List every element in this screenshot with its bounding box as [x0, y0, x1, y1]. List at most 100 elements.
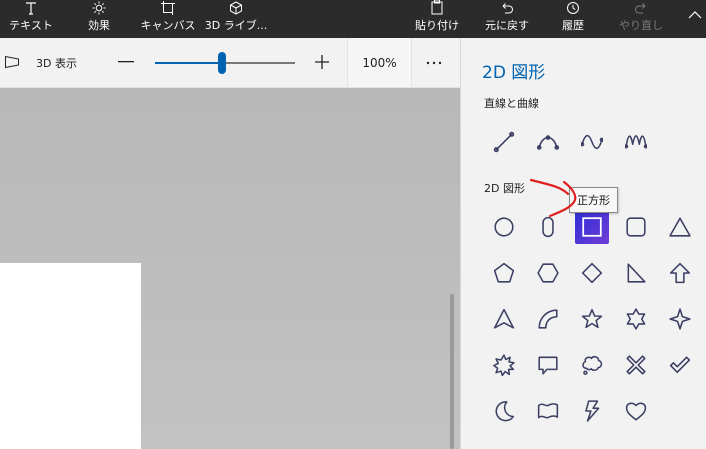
effects-button[interactable]: 効果: [84, 0, 114, 38]
shape-tool-wave-curve-button[interactable]: [575, 125, 609, 159]
speech-bubble-icon: [538, 356, 558, 375]
shape-tool-banner-button[interactable]: [531, 394, 565, 428]
more-options-button[interactable]: [414, 38, 454, 87]
shape-tool-lightning-button[interactable]: [575, 394, 609, 428]
view-toolbar: 3D 表示 100%: [0, 38, 460, 88]
zoom-slider[interactable]: [155, 52, 295, 74]
wave-curve-icon: [581, 134, 603, 150]
shape-tool-circle-button[interactable]: [487, 210, 521, 244]
line-icon: [493, 131, 515, 153]
shape-tool-pentagon-button[interactable]: [487, 256, 521, 290]
shape-tool-diamond-button[interactable]: [575, 256, 609, 290]
shape-tool-heart-button[interactable]: [619, 394, 653, 428]
pentagon-icon: [493, 262, 515, 283]
shape-tool-crescent-button[interactable]: [487, 394, 521, 428]
shape-tool-thought-bubble-button[interactable]: [575, 348, 609, 382]
star4-icon: [669, 308, 691, 330]
text-button-label: テキスト: [9, 19, 53, 32]
lines-section-title: 直線と曲線: [484, 97, 539, 110]
collapse-ribbon-button[interactable]: [686, 0, 704, 38]
shape-tool-square-button[interactable]: [575, 210, 609, 244]
burst-icon: [493, 354, 515, 376]
redo-icon: [634, 0, 648, 15]
star6-icon: [626, 308, 646, 330]
minus-icon: [118, 61, 134, 63]
workspace[interactable]: [0, 88, 460, 449]
undo-icon: [500, 0, 514, 15]
history-button-label: 履歴: [562, 19, 584, 32]
view-3d-label: 3D 表示: [36, 57, 77, 70]
clipboard-icon: [430, 0, 444, 15]
zigzag-curve-icon: [625, 135, 647, 149]
plus-icon: [315, 55, 329, 69]
shape-tool-star6-button[interactable]: [619, 302, 653, 336]
shape-tool-x-mark-button[interactable]: [619, 348, 653, 382]
paste-button-label: 貼り付け: [415, 19, 459, 32]
banner-icon: [537, 403, 559, 419]
cube-icon: [229, 0, 243, 15]
3d-library-button[interactable]: 3D ライブ...: [205, 0, 267, 38]
ellipsis-icon: [426, 61, 442, 64]
shape-tool-hexagon-button[interactable]: [531, 256, 565, 290]
shape-tool-pill-button[interactable]: [531, 210, 565, 244]
triangle-icon: [669, 217, 691, 237]
star5-icon: [581, 308, 603, 329]
arrow-up-icon: [669, 262, 691, 284]
shape-tool-speech-bubble-button[interactable]: [531, 348, 565, 382]
shapes-section-title: 2D 図形: [484, 182, 525, 195]
undo-button-label: 元に戻す: [485, 19, 529, 32]
rounded-square-icon: [626, 217, 646, 237]
pill-icon: [542, 216, 554, 238]
shape-tool-checkmark-button[interactable]: [663, 348, 697, 382]
redo-button[interactable]: やり直し: [617, 0, 665, 38]
text-button[interactable]: テキスト: [9, 0, 53, 38]
shape-tool-curve-button[interactable]: [531, 125, 565, 159]
quarter-arc-icon: [538, 309, 558, 329]
lightning-icon: [585, 400, 600, 422]
canvas-button-label: キャンバス: [140, 19, 196, 32]
shape-tool-arrow-up-button[interactable]: [663, 256, 697, 290]
effects-button-label: 効果: [88, 19, 110, 32]
drawing-canvas[interactable]: [0, 263, 141, 449]
shape-tool-zigzag-curve-button[interactable]: [619, 125, 653, 159]
shape-tool-rounded-square-button[interactable]: [619, 210, 653, 244]
circle-icon: [494, 217, 514, 237]
curve-icon: [537, 135, 559, 150]
panel-title: 2D 図形: [482, 63, 546, 83]
heart-icon: [625, 402, 647, 421]
thought-bubble-icon: [582, 355, 603, 375]
shape-tool-triangle-button[interactable]: [663, 210, 697, 244]
zoom-percent[interactable]: 100%: [347, 38, 412, 87]
redo-button-label: やり直し: [619, 19, 663, 32]
canvas-button[interactable]: キャンバス: [140, 0, 196, 38]
shape-tool-burst-button[interactable]: [487, 348, 521, 382]
square-icon: [582, 217, 602, 237]
zoom-slider-fill: [155, 62, 223, 64]
text-icon: [24, 0, 38, 15]
shape-tool-right-triangle-button[interactable]: [619, 256, 653, 290]
crescent-icon: [495, 401, 515, 422]
paste-button[interactable]: 貼り付け: [413, 0, 461, 38]
perspective-icon: [4, 54, 20, 73]
shape-tool-arrowhead-button[interactable]: [487, 302, 521, 336]
shape-tool-line-button[interactable]: [487, 125, 521, 159]
undo-button[interactable]: 元に戻す: [480, 0, 534, 38]
view-3d-toggle[interactable]: [4, 52, 20, 74]
history-button[interactable]: 履歴: [558, 0, 588, 38]
sun-icon: [92, 0, 106, 15]
chevron-up-icon: [688, 9, 702, 22]
hexagon-icon: [537, 263, 559, 283]
vertical-scrollbar[interactable]: [450, 294, 454, 449]
x-mark-icon: [626, 355, 646, 375]
shape-tool-star5-button[interactable]: [575, 302, 609, 336]
shape-tool-star4-button[interactable]: [663, 302, 697, 336]
shape-tool-quarter-arc-button[interactable]: [531, 302, 565, 336]
history-icon: [566, 0, 580, 15]
zoom-slider-thumb[interactable]: [218, 52, 227, 74]
right-triangle-icon: [627, 263, 646, 283]
zoom-out-button[interactable]: [117, 51, 135, 73]
canvas-icon: [161, 0, 175, 15]
zoom-in-button[interactable]: [312, 51, 332, 73]
command-bar: テキスト 効果 キャンバス 3D ライブ... 貼り付け 元に戻す 履歴 やり直…: [0, 0, 706, 38]
arrowhead-icon: [493, 308, 515, 329]
